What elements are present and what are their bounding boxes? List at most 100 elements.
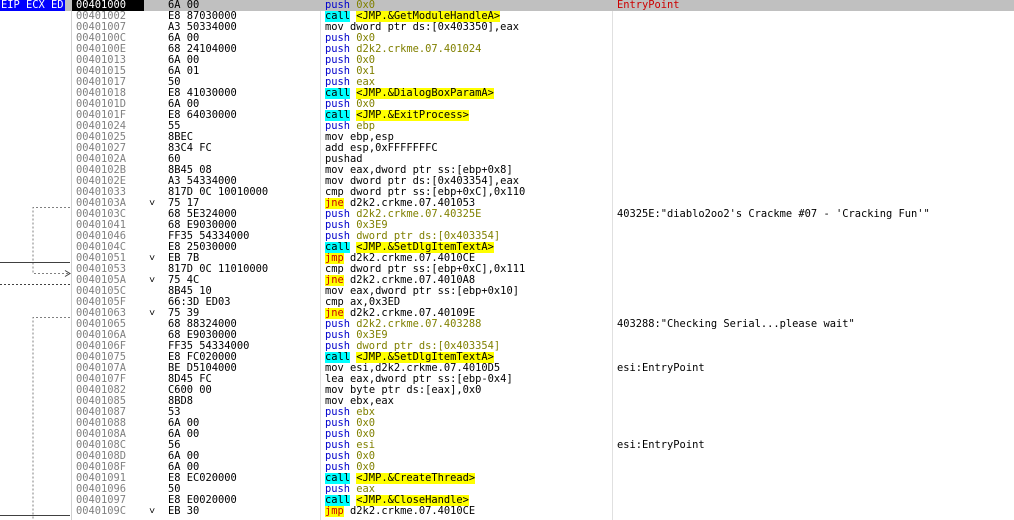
instruction-row[interactable]: 00401065 68 88324000 push d2k2.crkme.07.40… [0, 319, 1014, 330]
instruction-disassembly[interactable]: call <JMP.&SetDlgItemTextA> [325, 242, 613, 253]
instruction-disassembly[interactable]: mov dword ptr ds:[0x403354],eax [325, 176, 613, 187]
instruction-row[interactable]: 00401082 C600 00 mov byte ptr ds:[eax],0x0 [0, 385, 1014, 396]
instruction-disassembly[interactable]: push 0x0 [325, 99, 613, 110]
instruction-disassembly[interactable]: add esp,0xFFFFFFFC [325, 143, 613, 154]
instruction-disassembly[interactable]: push eax [325, 77, 613, 88]
instruction-row[interactable]: 0040109C ˅ EB 30 jmp d2k2.crkme.07.4010CE [0, 506, 1014, 517]
instruction-disassembly[interactable]: call <JMP.&CloseHandle> [325, 495, 613, 506]
instruction-disassembly[interactable]: cmp ax,0x3ED [325, 297, 613, 308]
instruction-disassembly[interactable]: push 0x0 [325, 418, 613, 429]
instruction-disassembly[interactable]: jne d2k2.crkme.07.40109E [325, 308, 613, 319]
instruction-row[interactable]: 00401087 53 push ebx [0, 407, 1014, 418]
instruction-row[interactable]: 0040108C 56 push esi esi:EntryPoint [0, 440, 1014, 451]
instruction-disassembly[interactable]: push d2k2.crkme.07.40325E [325, 209, 613, 220]
instruction-disassembly[interactable]: mov ebx,eax [325, 396, 613, 407]
instruction-disassembly[interactable]: mov esi,d2k2.crkme.07.4010D5 [325, 363, 613, 374]
instruction-row[interactable]: 00401097 E8 E0020000 call <JMP.&CloseHandl… [0, 495, 1014, 506]
instruction-disassembly[interactable]: push 0x0 [325, 0, 613, 11]
instruction-row[interactable]: 0040105C 8B45 10 mov eax,dword ptr ss:[ebp… [0, 286, 1014, 297]
instruction-disassembly[interactable]: call <JMP.&CreateThread> [325, 473, 613, 484]
instruction-row[interactable]: 0040104C E8 25030000 call <JMP.&SetDlgItem… [0, 242, 1014, 253]
instruction-row[interactable]: 00401007 A3 50334000 mov dword ptr ds:[0x4… [0, 22, 1014, 33]
instruction-disassembly[interactable]: pushad [325, 154, 613, 165]
instruction-row[interactable]: 00401088 6A 00 push 0x0 [0, 418, 1014, 429]
instruction-row[interactable]: 0040100C 6A 00 push 0x0 [0, 33, 1014, 44]
instruction-disassembly[interactable]: jmp d2k2.crkme.07.4010CE [325, 506, 613, 517]
instruction-row[interactable]: 00401024 55 push ebp [0, 121, 1014, 132]
instruction-disassembly[interactable]: mov ebp,esp [325, 132, 613, 143]
instruction-row[interactable]: 0040101D 6A 00 push 0x0 [0, 99, 1014, 110]
instruction-row[interactable]: 0040105F 66:3D ED03 cmp ax,0x3ED [0, 297, 1014, 308]
instruction-address[interactable]: 00401000 [72, 0, 144, 11]
instruction-row[interactable]: 0040103A ˅ 75 17 jne d2k2.crkme.07.401053 [0, 198, 1014, 209]
instruction-disassembly[interactable]: call <JMP.&ExitProcess> [325, 110, 613, 121]
current-instruction-row[interactable]: EIP ECX ED 00401000 6A 00 push 0x0 EntryPoin… [0, 0, 1014, 11]
instruction-disassembly[interactable]: push 0x0 [325, 451, 613, 462]
instruction-disassembly[interactable]: push 0x3E9 [325, 220, 613, 231]
instruction-row[interactable]: 00401017 50 push eax [0, 77, 1014, 88]
instruction-disassembly[interactable]: cmp dword ptr ss:[ebp+0xC],0x110 [325, 187, 613, 198]
instruction-row[interactable]: 00401053 817D 0C 11010000 cmp dword ptr ss… [0, 264, 1014, 275]
instruction-row[interactable]: 00401075 E8 FC020000 call <JMP.&SetDlgItem… [0, 352, 1014, 363]
instruction-mnemonic: jne [325, 198, 344, 209]
instruction-row[interactable]: 00401085 8BD8 mov ebx,eax [0, 396, 1014, 407]
instruction-row[interactable]: 0040108D 6A 00 push 0x0 [0, 451, 1014, 462]
instruction-disassembly[interactable]: push ebx [325, 407, 613, 418]
instruction-disassembly[interactable]: push 0x0 [325, 33, 613, 44]
instruction-row[interactable]: 00401027 83C4 FC add esp,0xFFFFFFFC [0, 143, 1014, 154]
instruction-disassembly[interactable]: mov byte ptr ds:[eax],0x0 [325, 385, 613, 396]
instruction-row[interactable]: 0040106F FF35 54334000 push dword ptr ds:[… [0, 341, 1014, 352]
jump-direction-icon [149, 55, 159, 66]
instruction-row[interactable]: 0040108A 6A 00 push 0x0 [0, 429, 1014, 440]
instruction-disassembly[interactable]: mov eax,dword ptr ss:[ebp+0x8] [325, 165, 613, 176]
instruction-row[interactable]: 00401051 ˅ EB 7B jmp d2k2.crkme.07.4010CE [0, 253, 1014, 264]
instruction-row[interactable]: 0040107A BE D5104000 mov esi,d2k2.crkme.07… [0, 363, 1014, 374]
instruction-disassembly[interactable]: jne d2k2.crkme.07.4010A8 [325, 275, 613, 286]
instruction-row[interactable]: 0040101F E8 64030000 call <JMP.&ExitProces… [0, 110, 1014, 121]
instruction-row[interactable]: 00401091 E8 EC020000 call <JMP.&CreateThre… [0, 473, 1014, 484]
instruction-disassembly[interactable]: push ebp [325, 121, 613, 132]
instruction-row[interactable]: 0040108F 6A 00 push 0x0 [0, 462, 1014, 473]
instruction-disassembly[interactable]: mov eax,dword ptr ss:[ebp+0x10] [325, 286, 613, 297]
instruction-row[interactable]: 0040107F 8D45 FC lea eax,dword ptr ss:[ebp… [0, 374, 1014, 385]
instruction-disassembly[interactable]: cmp dword ptr ss:[ebp+0xC],0x111 [325, 264, 613, 275]
instruction-disassembly[interactable]: call <JMP.&GetModuleHandleA> [325, 11, 613, 22]
instruction-disassembly[interactable]: push 0x1 [325, 66, 613, 77]
instruction-disassembly[interactable]: lea eax,dword ptr ss:[ebp-0x4] [325, 374, 613, 385]
instruction-row[interactable]: 0040105A ˅ 75 4C jne d2k2.crkme.07.4010A8 [0, 275, 1014, 286]
instruction-disassembly[interactable]: push 0x0 [325, 55, 613, 66]
instruction-comment [617, 385, 1014, 396]
instruction-row[interactable]: 0040102E A3 54334000 mov dword ptr ds:[0x4… [0, 176, 1014, 187]
instruction-row[interactable]: 00401015 6A 01 push 0x1 [0, 66, 1014, 77]
instruction-disassembly[interactable]: push eax [325, 484, 613, 495]
instruction-row[interactable]: 00401096 50 push eax [0, 484, 1014, 495]
instruction-row[interactable]: 00401041 68 E9030000 push 0x3E9 [0, 220, 1014, 231]
instruction-row[interactable]: 00401063 ˅ 75 39 jne d2k2.crkme.07.40109E [0, 308, 1014, 319]
instruction-disassembly[interactable]: push dword ptr ds:[0x403354] [325, 231, 613, 242]
instruction-row[interactable]: 00401046 FF35 54334000 push dword ptr ds:[… [0, 231, 1014, 242]
instruction-row[interactable]: 0040102A 60 pushad [0, 154, 1014, 165]
instruction-disassembly[interactable]: call <JMP.&DialogBoxParamA> [325, 88, 613, 99]
instruction-disassembly[interactable]: push 0x0 [325, 429, 613, 440]
instruction-disassembly[interactable]: push 0x3E9 [325, 330, 613, 341]
instruction-disassembly[interactable]: mov dword ptr ds:[0x403350],eax [325, 22, 613, 33]
instruction-disassembly[interactable]: call <JMP.&SetDlgItemTextA> [325, 352, 613, 363]
instruction-row[interactable]: 0040103C 68 5E324000 push d2k2.crkme.07.40… [0, 209, 1014, 220]
instruction-disassembly[interactable]: jne d2k2.crkme.07.401053 [325, 198, 613, 209]
instruction-row[interactable]: 00401033 817D 0C 10010000 cmp dword ptr ss… [0, 187, 1014, 198]
instruction-disassembly[interactable]: push d2k2.crkme.07.403288 [325, 319, 613, 330]
instruction-disassembly[interactable]: push dword ptr ds:[0x403354] [325, 341, 613, 352]
instruction-row[interactable]: 0040102B 8B45 08 mov eax,dword ptr ss:[ebp… [0, 165, 1014, 176]
instruction-row[interactable]: 0040100E 68 24104000 push d2k2.crkme.07.40… [0, 44, 1014, 55]
instruction-comment [617, 253, 1014, 264]
instruction-row[interactable]: 00401002 E8 87030000 call <JMP.&GetModuleH… [0, 11, 1014, 22]
instruction-disassembly[interactable]: push esi [325, 440, 613, 451]
instruction-disassembly[interactable]: push 0x0 [325, 462, 613, 473]
instruction-row[interactable]: 00401013 6A 00 push 0x0 [0, 55, 1014, 66]
instruction-row[interactable]: 00401018 E8 41030000 call <JMP.&DialogBoxP… [0, 88, 1014, 99]
instruction-row[interactable]: 0040106A 68 E9030000 push 0x3E9 [0, 330, 1014, 341]
instruction-row[interactable]: 00401025 8BEC mov ebp,esp [0, 132, 1014, 143]
instruction-bytes: 8B45 08 [168, 165, 212, 176]
instruction-disassembly[interactable]: jmp d2k2.crkme.07.4010CE [325, 253, 613, 264]
instruction-disassembly[interactable]: push d2k2.crkme.07.401024 [325, 44, 613, 55]
